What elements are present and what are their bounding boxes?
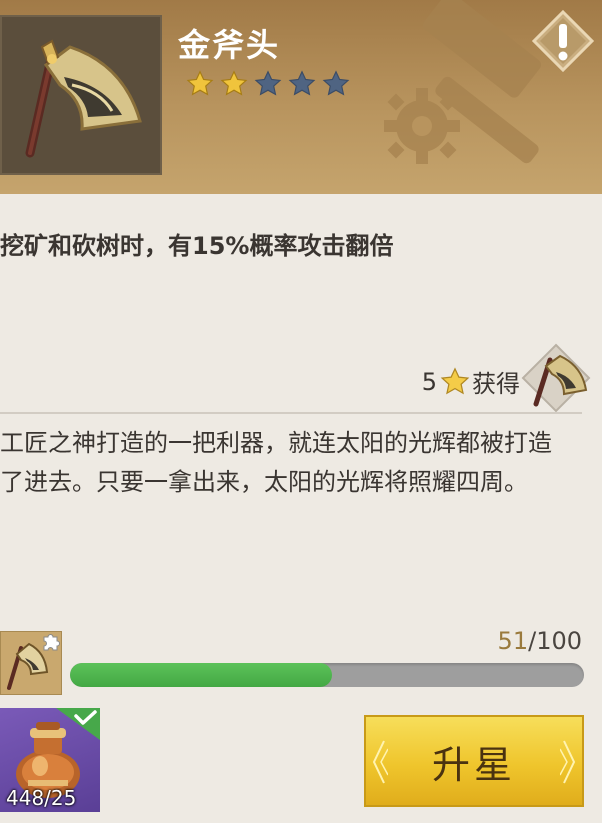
golden-axe-icon[interactable] bbox=[520, 342, 592, 414]
section-divider bbox=[0, 412, 582, 414]
check-icon bbox=[56, 708, 100, 740]
star-icon bbox=[440, 366, 470, 394]
fragment-progress-bar bbox=[70, 663, 584, 687]
progress-bar-fill bbox=[70, 663, 333, 687]
star-icon bbox=[186, 70, 214, 96]
progress-current: 51 bbox=[497, 627, 529, 655]
item-header: 金斧头 bbox=[0, 0, 602, 194]
star-icon bbox=[322, 70, 350, 96]
progress-separator: / bbox=[528, 627, 537, 655]
star-icon bbox=[220, 70, 248, 96]
item-icon-frame bbox=[0, 15, 162, 175]
chevron-left-icon bbox=[372, 740, 388, 784]
fragment-icon bbox=[0, 631, 62, 695]
puzzle-icon bbox=[43, 634, 60, 651]
material-slot[interactable]: 448/25 bbox=[0, 708, 100, 812]
star-up-label: 升星 bbox=[431, 742, 516, 787]
obtain-source: 5 获得 bbox=[422, 364, 520, 399]
item-effect-text: 挖矿和砍树时，有15%概率攻击翻倍 bbox=[0, 232, 394, 260]
star-up-button[interactable]: 升星 bbox=[364, 715, 584, 807]
chevron-right-icon bbox=[560, 740, 576, 784]
item-description: 工匠之神打造的一把利器，就连太阳的光辉都被打造了进去。只要一拿出来，太阳的光辉将… bbox=[0, 429, 552, 496]
star-icon bbox=[288, 70, 316, 96]
alert-icon[interactable] bbox=[530, 8, 596, 74]
source-label: 获得 bbox=[472, 370, 520, 398]
material-count: 448/25 bbox=[6, 786, 77, 810]
item-name: 金斧头 bbox=[178, 26, 281, 64]
fragment-progress-text: 51/100 bbox=[498, 627, 582, 655]
progress-max: 100 bbox=[536, 627, 582, 655]
star-rating bbox=[186, 70, 350, 98]
golden-axe-icon bbox=[25, 39, 142, 158]
source-count: 5 bbox=[421, 367, 437, 396]
star-icon bbox=[254, 70, 282, 96]
